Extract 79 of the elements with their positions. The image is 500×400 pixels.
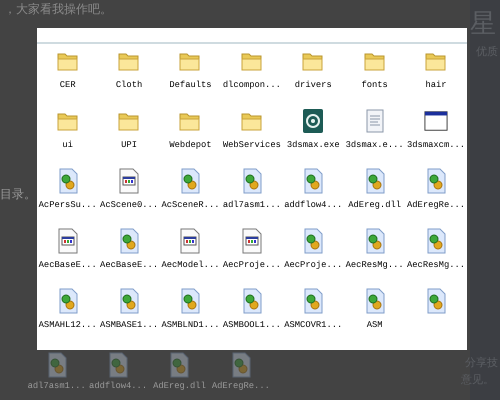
file-name: AecResMg... bbox=[346, 260, 404, 270]
file-name: dlcompon... bbox=[222, 80, 281, 90]
file-name: 3dsmaxcm... bbox=[407, 140, 466, 150]
file-item[interactable]: addflow4... bbox=[282, 168, 344, 228]
file-item[interactable]: UPI bbox=[98, 108, 160, 168]
file-item[interactable]: ASMAHL12... bbox=[37, 288, 98, 348]
file-name: adl7asm1... bbox=[28, 381, 86, 391]
file-item[interactable]: AcScene0... bbox=[98, 168, 160, 228]
file-item[interactable]: AecModel... bbox=[160, 228, 222, 288]
file-name: CER bbox=[60, 80, 76, 90]
file-item[interactable]: WebServices bbox=[221, 108, 283, 168]
application-icon bbox=[301, 108, 326, 134]
file-item[interactable]: ASM bbox=[344, 288, 406, 348]
file-item[interactable]: AecBaseE... bbox=[37, 228, 98, 288]
file-name: AecModel... bbox=[161, 260, 220, 270]
file-item[interactable]: Cloth bbox=[98, 48, 160, 108]
file-item[interactable]: AcPersSu... bbox=[37, 168, 98, 228]
file-name: AcSceneR... bbox=[161, 200, 220, 210]
file-name: AdEreg.dll bbox=[348, 200, 402, 210]
file-name: Webdepot bbox=[169, 140, 212, 150]
file-item[interactable]: ASMCOVR1... bbox=[282, 288, 344, 348]
file-item[interactable]: AecResMg... bbox=[344, 228, 406, 288]
file-item[interactable]: fonts bbox=[344, 48, 406, 108]
file-item[interactable]: 3dsmaxcm... bbox=[405, 108, 467, 168]
file-item[interactable]: ASMBASE1... bbox=[98, 288, 160, 348]
file-name: AecBaseE... bbox=[38, 260, 97, 270]
file-item[interactable]: adl7asm1... bbox=[221, 168, 283, 228]
file-name: AecBaseE... bbox=[100, 260, 158, 270]
file-name: Cloth bbox=[116, 80, 142, 90]
file-name: Defaults bbox=[169, 80, 212, 90]
file-name: addflow4... bbox=[89, 381, 148, 391]
document-window-icon bbox=[117, 168, 142, 194]
file-item[interactable]: dlcompon... bbox=[221, 48, 283, 108]
file-name: ASM bbox=[366, 320, 383, 330]
document-window-icon bbox=[178, 228, 202, 254]
file-name: AcPersSu... bbox=[38, 200, 97, 210]
file-name: AecResMg... bbox=[407, 260, 466, 270]
file-name: 3dsmax.exe bbox=[286, 140, 340, 150]
file-item[interactable]: 3dsmax.e... bbox=[344, 108, 406, 168]
file-name: AecProje... bbox=[222, 260, 281, 270]
file-name: ASMAHL12... bbox=[38, 320, 97, 330]
file-item[interactable]: AdEregRe... bbox=[405, 168, 467, 228]
file-item[interactable]: AecProje... bbox=[221, 228, 283, 288]
file-name: AecProje... bbox=[284, 260, 342, 270]
heading-text: 目录。 bbox=[0, 186, 36, 203]
file-name: WebServices bbox=[222, 140, 281, 150]
file-item[interactable]: hair bbox=[405, 48, 467, 108]
file-name: adl7asm1... bbox=[222, 200, 281, 210]
file-name: 3dsmax.e... bbox=[346, 140, 404, 150]
file-name: addflow4... bbox=[284, 200, 342, 210]
file-item[interactable]: AecProje... bbox=[282, 228, 344, 288]
file-item[interactable]: AecResMg... bbox=[405, 228, 467, 288]
file-name: drivers bbox=[294, 80, 332, 90]
file-name: AcScene0... bbox=[100, 200, 158, 210]
file-item[interactable]: ASMBOOL1... bbox=[221, 288, 283, 348]
file-name: hair bbox=[425, 80, 447, 90]
file-item[interactable]: drivers bbox=[282, 48, 344, 108]
file-name: AdEregRe... bbox=[212, 381, 270, 391]
intro-text: ，大家看我操作吧。 bbox=[3, 1, 113, 16]
file-name: fonts bbox=[361, 80, 388, 90]
file-item[interactable]: AecBaseE... bbox=[98, 228, 160, 288]
file-name: UPI bbox=[121, 140, 137, 150]
file-item[interactable]: 3dsmax.exe bbox=[282, 108, 344, 168]
file-name: ASMBOOL1... bbox=[222, 320, 281, 330]
file-item[interactable]: CER bbox=[37, 48, 98, 108]
file-name: ASMBLND1... bbox=[161, 320, 220, 330]
file-name: ui bbox=[62, 140, 73, 150]
file-item[interactable]: AdEreg.dll bbox=[344, 168, 406, 228]
file-item[interactable]: Defaults bbox=[160, 48, 222, 108]
document-window-icon bbox=[56, 228, 80, 254]
document-window-icon bbox=[240, 228, 264, 254]
file-name: AdEreg.dll bbox=[153, 381, 206, 391]
file-item[interactable]: ASMBLND1... bbox=[160, 288, 222, 348]
file-item[interactable]: ui bbox=[37, 108, 98, 168]
file-item[interactable]: Webdepot bbox=[160, 108, 222, 168]
file-name: ASMBASE1... bbox=[100, 320, 158, 330]
file-item[interactable]: AcSceneR... bbox=[160, 168, 222, 228]
file-name: AdEregRe... bbox=[407, 200, 466, 210]
file-name: ASMCOVR1... bbox=[284, 320, 342, 330]
